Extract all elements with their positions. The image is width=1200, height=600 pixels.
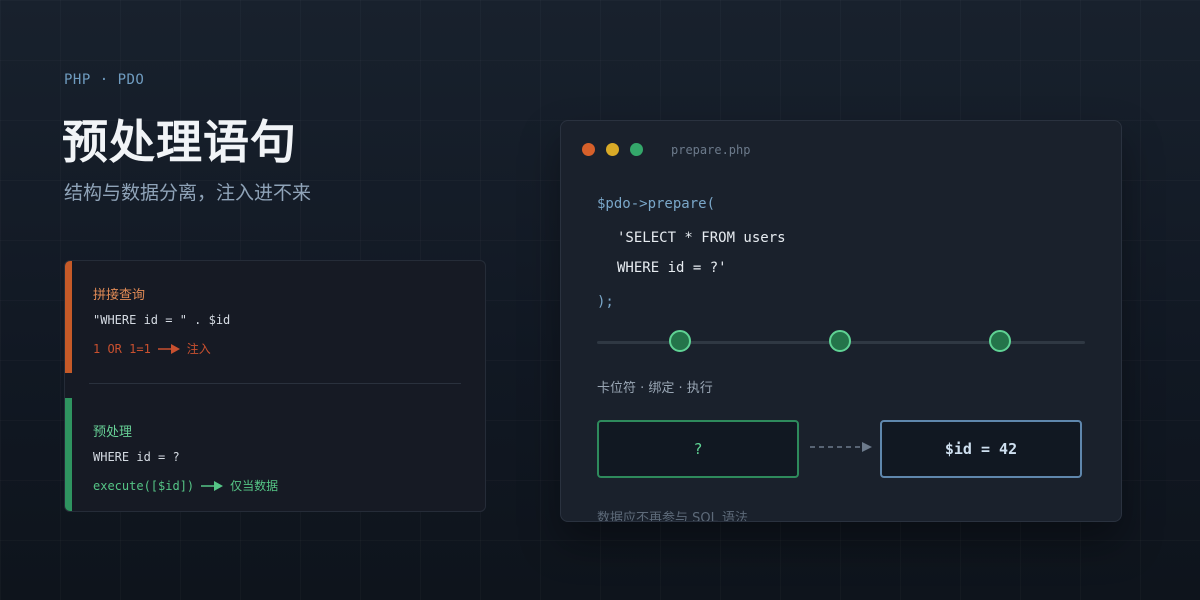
prepared-section: 预处理 WHERE id = ? execute([$id]) 仅当数据 (65, 398, 485, 511)
concatenation-section: 拼接查询 "WHERE id = " . $id 1 OR 1=1 注入 (65, 261, 485, 373)
arrow-right-icon (157, 343, 180, 354)
injection-outcome: 注入 (186, 342, 211, 356)
injection-input: 1 OR 1=1 (93, 341, 151, 356)
code-line: ); (597, 294, 614, 310)
concatenation-code: "WHERE id = " . $id (93, 313, 231, 327)
arrow-right-icon (201, 480, 224, 491)
code-line: $pdo->prepare( (597, 196, 716, 212)
eyebrow-label: PHP · PDO (64, 72, 145, 88)
code-window: prepare.php $pdo->prepare( 'SELECT * FRO… (560, 120, 1122, 522)
concatenation-result: 1 OR 1=1 注入 (93, 340, 211, 357)
dashed-arrow-icon (810, 442, 872, 452)
timeline-node (989, 330, 1011, 352)
code-line: WHERE id = ?' (617, 260, 727, 276)
safe-accent-bar (65, 398, 72, 511)
process-steps-label: 卡位符 · 绑定 · 执行 (597, 381, 713, 396)
bound-value-box: $id = 42 (880, 420, 1082, 478)
timeline-node (669, 330, 691, 352)
maximize-window-button[interactable] (630, 143, 643, 156)
execute-call: execute([$id]) (93, 478, 195, 493)
timeline-node (829, 330, 851, 352)
prepared-title: 预处理 (93, 425, 133, 440)
prepared-code: WHERE id = ? (93, 450, 180, 464)
placeholder-box: ? (597, 420, 799, 478)
section-divider (89, 383, 461, 384)
window-filename: prepare.php (671, 143, 751, 157)
danger-accent-bar (65, 261, 72, 373)
page-subtitle: 结构与数据分离，注入进不来 (64, 182, 312, 204)
page-title: 预处理语句 (62, 115, 297, 169)
prepared-result: execute([$id]) 仅当数据 (93, 477, 278, 494)
footnote: 数据应不再参与 SQL 语法 (597, 511, 748, 522)
comparison-card: 拼接查询 "WHERE id = " . $id 1 OR 1=1 注入 预处理… (64, 260, 486, 512)
close-window-button[interactable] (582, 143, 595, 156)
prepared-outcome: 仅当数据 (230, 479, 279, 493)
concatenation-title: 拼接查询 (93, 288, 146, 303)
code-line: 'SELECT * FROM users (617, 230, 786, 246)
minimize-window-button[interactable] (606, 143, 619, 156)
